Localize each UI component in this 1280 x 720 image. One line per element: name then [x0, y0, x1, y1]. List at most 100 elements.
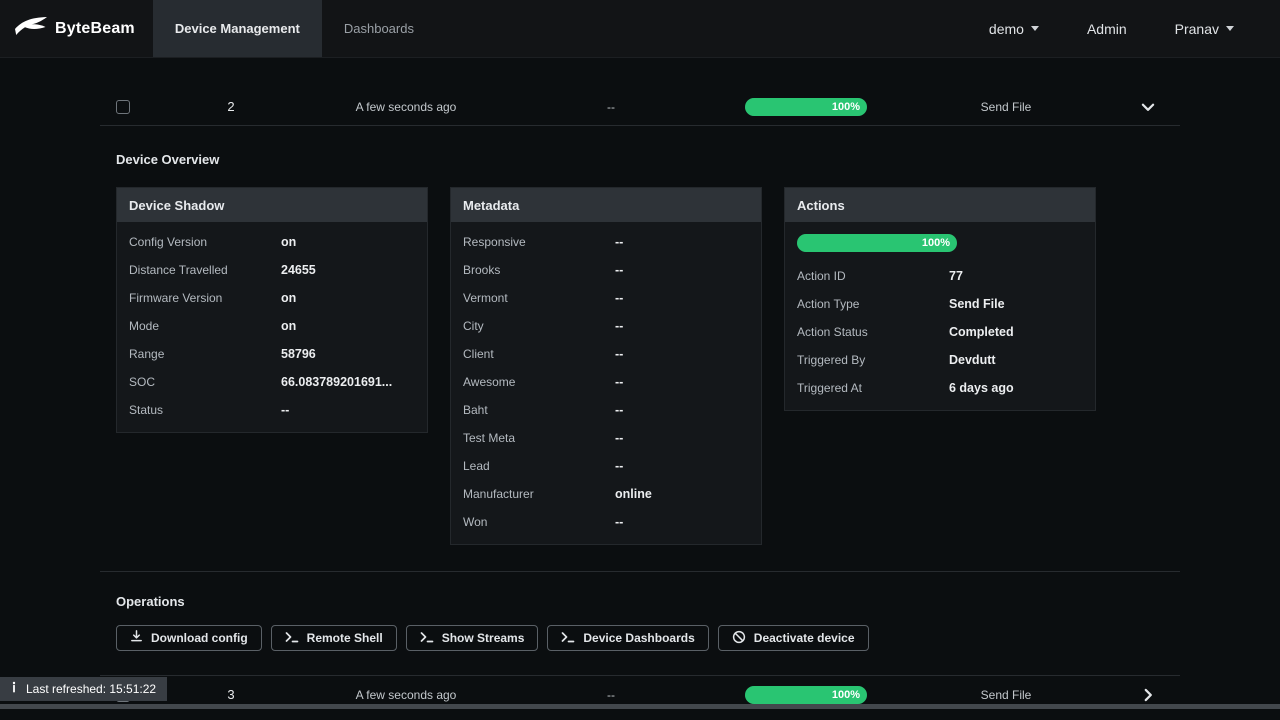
kv-label: Manufacturer: [463, 487, 534, 501]
operations-title: Operations: [116, 594, 185, 609]
card-body: Responsive -- Brooks -- Vermont -- City -- Clien…: [451, 222, 761, 544]
kv-row: City --: [451, 312, 761, 340]
button-label: Show Streams: [441, 631, 525, 645]
kv-label: Awesome: [463, 375, 516, 389]
deactivate-device-button[interactable]: Deactivate device: [717, 625, 869, 651]
kv-value: 6 days ago: [949, 381, 1014, 395]
kv-value: online: [615, 487, 652, 501]
tab-dashboards[interactable]: Dashboards: [322, 0, 436, 57]
terminal-icon: [420, 631, 434, 646]
card-title: Actions: [785, 188, 1095, 222]
project-dropdown[interactable]: demo: [989, 21, 1039, 37]
kv-row: Brooks --: [451, 256, 761, 284]
user-name: Pranav: [1174, 20, 1219, 37]
row-action-type: Send File: [980, 687, 1032, 702]
kv-row: Vermont --: [451, 284, 761, 312]
kv-value: --: [615, 375, 624, 389]
project-name: demo: [988, 20, 1024, 37]
operations-buttons: Download config Remote Shell Show Stream…: [116, 625, 1180, 651]
progress-bar: 100%: [745, 97, 867, 116]
device-dashboards-button[interactable]: Device Dashboards: [547, 625, 709, 651]
kv-value: on: [281, 319, 297, 333]
kv-label: Triggered At: [797, 381, 862, 395]
kv-row: Config Version on: [117, 228, 427, 256]
button-label: Remote Shell: [306, 631, 383, 645]
kv-label: Config Version: [129, 235, 208, 249]
kv-label: Vermont: [463, 291, 508, 305]
tab-label: Dashboards: [343, 21, 414, 36]
navbar-right: demo Admin Pranav: [989, 0, 1280, 57]
kv-value: --: [615, 263, 624, 277]
expand-row-chevron-right-icon[interactable]: [1139, 686, 1157, 704]
remote-shell-button[interactable]: Remote Shell: [270, 625, 397, 651]
kv-row: SOC 66.083789201691...: [117, 368, 427, 396]
row-metadata-value: --: [607, 687, 615, 702]
download-icon: [130, 630, 143, 646]
progress-bar: 100%: [745, 685, 867, 704]
kv-row: Range 58796: [117, 340, 427, 368]
terminal-icon: [285, 631, 299, 646]
download-config-button[interactable]: Download config: [116, 625, 262, 651]
row-action-type: Send File: [980, 99, 1032, 114]
kv-row: Action Status Completed: [785, 318, 1095, 346]
kv-label: Lead: [463, 459, 490, 473]
kv-label: SOC: [129, 375, 156, 389]
tab-device-management[interactable]: Device Management: [152, 0, 322, 57]
brand-name: ByteBeam: [55, 19, 135, 37]
device-overview-title: Device Overview: [116, 152, 220, 167]
kv-value: --: [615, 347, 624, 361]
kv-value: 77: [949, 269, 963, 283]
nav-tabs: Device Management Dashboards: [152, 0, 436, 57]
kv-label: City: [463, 319, 484, 333]
kv-row: Action ID 77: [785, 262, 1095, 290]
row-checkbox[interactable]: [116, 99, 130, 114]
last-refreshed-badge: Last refreshed: 15:51:22: [0, 677, 168, 701]
device-shadow-card: Device Shadow Config Version on Distance T…: [116, 187, 428, 433]
kv-row: Baht --: [451, 396, 761, 424]
device-row-expanded[interactable]: 2 A few seconds ago -- 100% Send File: [100, 88, 1180, 126]
kv-row: Triggered At 6 days ago: [785, 374, 1095, 402]
kv-label: Client: [463, 347, 494, 361]
kv-label: Responsive: [463, 235, 526, 249]
kv-label: Range: [129, 347, 165, 361]
admin-label: Admin: [1086, 20, 1127, 37]
progress-fill: 100%: [797, 234, 957, 252]
progress-bar: 100%: [797, 234, 957, 252]
progress-label: 100%: [921, 237, 950, 249]
kv-value: --: [615, 319, 624, 333]
brand[interactable]: ByteBeam: [0, 0, 153, 57]
kv-value: --: [615, 291, 624, 305]
kv-row: Test Meta --: [451, 424, 761, 452]
kv-value: --: [615, 459, 624, 473]
user-dropdown[interactable]: Pranav: [1175, 21, 1234, 37]
button-label: Deactivate device: [753, 631, 855, 645]
kv-row: Won --: [451, 508, 761, 536]
show-streams-button[interactable]: Show Streams: [405, 625, 539, 651]
kv-row: Client --: [451, 340, 761, 368]
action-progress-cell: 100%: [785, 222, 1095, 256]
collapse-row-chevron-down-icon[interactable]: [1139, 98, 1157, 116]
row-progress-cell: 100%: [716, 685, 896, 704]
tab-label: Device Management: [174, 21, 300, 36]
progress-fill: 100%: [745, 97, 867, 116]
kv-value: on: [281, 235, 297, 249]
horizontal-scrollbar[interactable]: [0, 704, 1280, 709]
kv-row: Firmware Version on: [117, 284, 427, 312]
button-label: Device Dashboards: [583, 631, 695, 645]
chevron-down-icon: [1226, 26, 1234, 31]
kv-row: Lead --: [451, 452, 761, 480]
kv-label: Action ID: [797, 269, 846, 283]
admin-menu-item[interactable]: Admin: [1087, 21, 1127, 37]
kv-label: Brooks: [463, 263, 501, 277]
row-checkbox-cell: [100, 99, 156, 114]
top-navbar: ByteBeam Device Management Dashboards de…: [0, 0, 1280, 58]
kv-label: Action Type: [797, 297, 860, 311]
card-body: Config Version on Distance Travelled 24655 F…: [117, 222, 427, 432]
kv-label: Status: [129, 403, 164, 417]
kv-value: --: [615, 403, 624, 417]
button-label: Download config: [151, 631, 248, 645]
kv-value: on: [281, 291, 297, 305]
kv-value: 66.083789201691...: [281, 375, 393, 389]
terminal-icon: [561, 631, 575, 646]
brand-logo-icon: [14, 14, 48, 43]
